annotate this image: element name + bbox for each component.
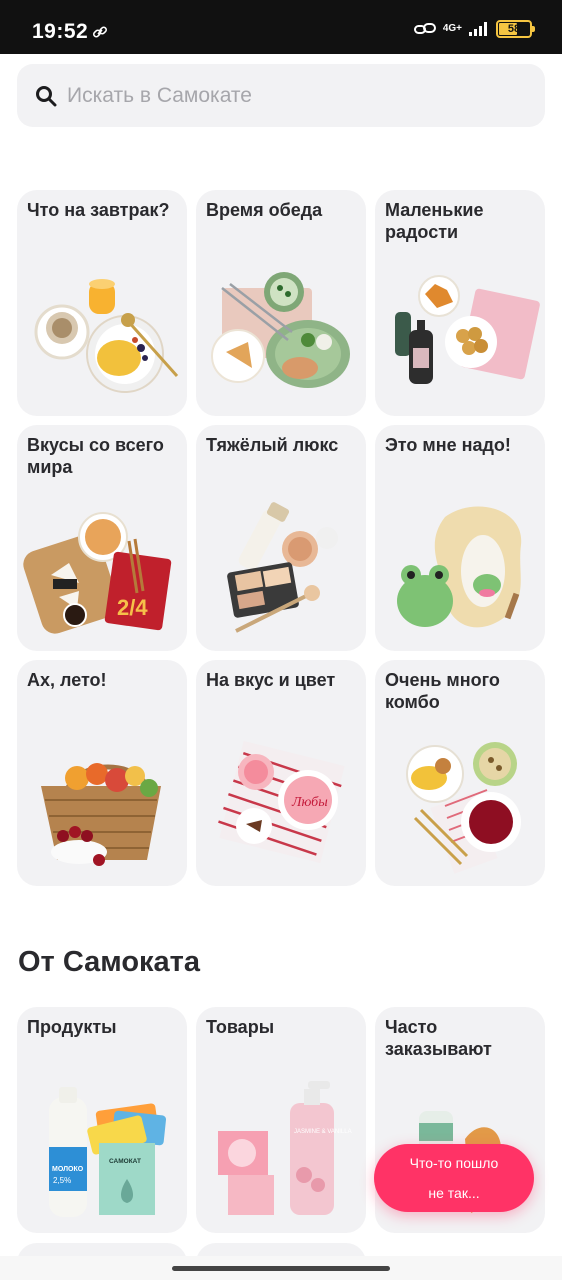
- soap-label: JASMINE & VANILLA: [294, 1129, 352, 1135]
- search-bar[interactable]: [17, 64, 545, 127]
- toast-line-1: Что-то пошло: [409, 1155, 499, 1171]
- category-tile-heavy-luxury[interactable]: Тяжёлый люкс: [196, 425, 366, 651]
- hotspot-icon: [413, 23, 436, 34]
- battery-icon: 58: [496, 20, 535, 38]
- lunch-image: [211, 272, 350, 388]
- breakfast-image: [34, 279, 179, 393]
- category-label: Что на завтрак?: [27, 200, 170, 220]
- network-type: 4G+: [442, 23, 462, 34]
- tile-label: Продукты: [27, 1017, 117, 1037]
- svg-text:Любы: Любы: [291, 795, 328, 810]
- box-brand: САМОКАТ: [109, 1158, 141, 1165]
- category-tile-breakfast[interactable]: Что на завтрак?: [17, 190, 187, 416]
- navigation-gesture-bar: [0, 1256, 562, 1280]
- products-image: МОЛОКО 2,5% САМОКАТ: [49, 1087, 167, 1217]
- category-label: Маленькие радости: [385, 200, 484, 242]
- home-indicator[interactable]: [172, 1266, 390, 1271]
- tile-label: Часто заказывают: [385, 1017, 492, 1059]
- category-tile-i-need-this[interactable]: Это мне надо!: [375, 425, 545, 651]
- svg-text:2/4: 2/4: [117, 595, 148, 620]
- category-label: Это мне надо!: [385, 435, 511, 455]
- tile-label: Товары: [206, 1017, 275, 1037]
- samokat-tile-products[interactable]: МОЛОКО 2,5% САМОКАТ Продукты: [17, 1007, 187, 1233]
- category-tile-taste-and-color[interactable]: Любы На вкус и цвет: [196, 660, 366, 886]
- samokat-tile-goods[interactable]: JASMINE & VANILLA Товары: [196, 1007, 366, 1233]
- status-bar: 19:52 4G+ 58: [0, 0, 562, 54]
- status-time: 19:52: [32, 20, 89, 43]
- milk-fat: 2,5%: [53, 1176, 71, 1185]
- error-toast[interactable]: Что-то пошло не так...: [374, 1144, 534, 1212]
- category-label: Время обеда: [206, 200, 323, 220]
- taste-and-color-image: Любы: [218, 740, 345, 864]
- category-tile-combo[interactable]: Очень много комбо: [375, 660, 545, 886]
- category-tile-summer[interactable]: Ах, лето!: [17, 660, 187, 886]
- milk-label: МОЛОКО: [52, 1166, 84, 1173]
- summer-image: [41, 763, 161, 866]
- toast-line-2: не так...: [428, 1185, 480, 1201]
- category-tile-world-tastes[interactable]: 2/4 Вкусы со всего мира: [17, 425, 187, 651]
- battery-level: 58: [507, 23, 521, 35]
- heavy-luxury-image: [227, 502, 338, 633]
- category-label: Тяжёлый люкс: [206, 435, 339, 455]
- signal-icon: [469, 22, 487, 36]
- search-input[interactable]: [67, 83, 507, 108]
- search-icon: [36, 85, 57, 106]
- link-icon: [92, 26, 108, 38]
- category-label: Ах, лето!: [27, 670, 107, 690]
- category-tile-lunch[interactable]: Время обеда: [196, 190, 366, 416]
- section-title-from-samokat: От Самоката: [18, 946, 201, 978]
- category-label: На вкус и цвет: [206, 670, 336, 690]
- category-tile-little-joys[interactable]: Маленькие радости: [375, 190, 545, 416]
- i-need-this-image: [397, 506, 522, 628]
- goods-image: JASMINE & VANILLA: [218, 1081, 352, 1215]
- category-label: Очень много комбо: [385, 670, 500, 712]
- category-label: Вкусы со всего мира: [27, 435, 164, 477]
